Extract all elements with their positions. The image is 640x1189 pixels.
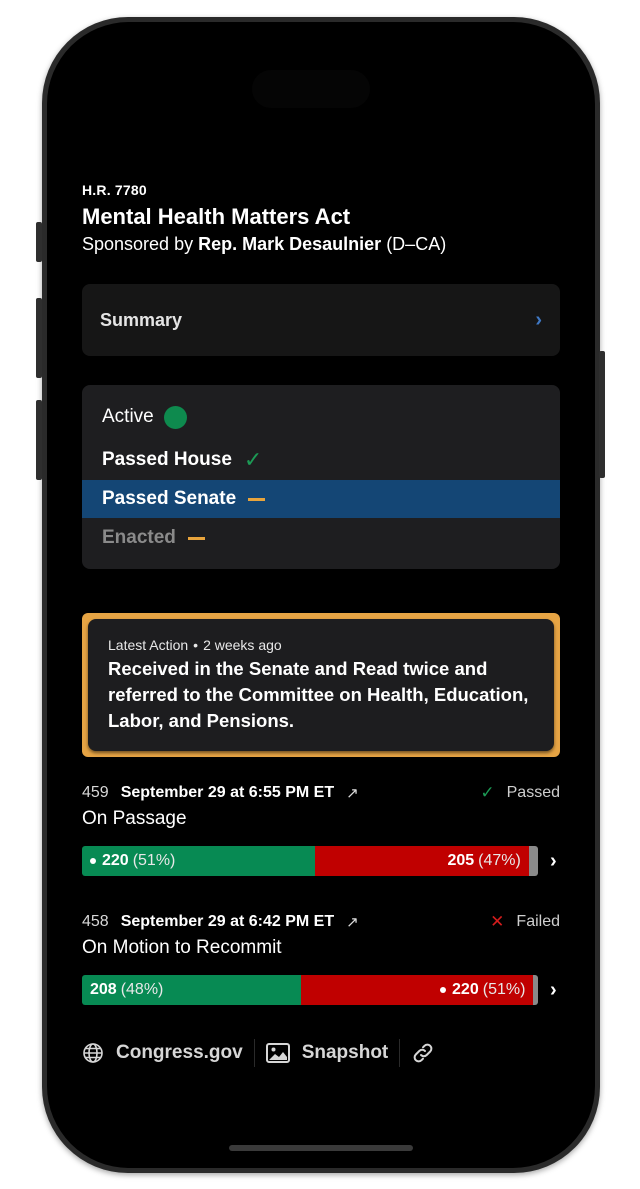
sponsor-prefix: Sponsored by: [82, 234, 194, 254]
vote-bar: 220 (51%) 205 (47%): [82, 846, 538, 876]
sponsor-party: (D–CA): [386, 234, 447, 254]
copy-link-button[interactable]: [411, 1041, 447, 1065]
status-enacted: Enacted: [82, 519, 560, 557]
volume-down-button: [36, 400, 42, 480]
globe-icon: [83, 1043, 103, 1063]
checkmark-icon: ✓: [480, 783, 495, 802]
vote-date[interactable]: September 29 at 6:55 PM ET: [121, 784, 334, 802]
status-label: Passed Senate: [102, 488, 237, 509]
other-segment: [528, 846, 538, 876]
status-passed-senate: Passed Senate: [82, 480, 560, 518]
dash-icon: [187, 536, 205, 540]
x-icon: ✕: [490, 912, 505, 931]
footer-actions: Congress.gov Snapshot: [82, 1038, 447, 1068]
phone-frame: H.R. 7780 Mental Health Matters Act Spon…: [42, 17, 600, 1173]
yea-count: 208: [90, 981, 117, 998]
roll-number: 458: [82, 913, 109, 930]
status-label: Enacted: [102, 527, 176, 548]
bill-title: Mental Health Matters Act: [82, 204, 351, 229]
photo-icon: [265, 1043, 290, 1063]
winner-bullet-icon: [90, 858, 96, 864]
screen: H.R. 7780 Mental Health Matters Act Spon…: [47, 22, 595, 1168]
chevron-right-icon: ›: [535, 308, 542, 331]
divider: [399, 1039, 401, 1067]
vote-bar-row[interactable]: 220 (51%) 205 (47%) ›: [82, 846, 560, 876]
congress-gov-label: Congress.gov: [116, 1042, 243, 1063]
bill-number: H.R. 7780: [82, 182, 147, 198]
sponsor-name[interactable]: Rep. Mark Desaulnier: [198, 234, 381, 254]
vote-item: 459 September 29 at 6:55 PM ET ↗ ✓ Passe…: [82, 782, 560, 876]
vote-question: On Passage: [82, 808, 187, 829]
snapshot-label: Snapshot: [301, 1042, 389, 1063]
status-passed-house: Passed House ✓: [82, 441, 560, 479]
green-dot-icon: [163, 405, 187, 429]
status-label: Passed House: [102, 449, 232, 470]
vote-date[interactable]: September 29 at 6:42 PM ET: [121, 913, 334, 931]
vote-result: ✕ Failed: [490, 912, 560, 932]
dynamic-island: [252, 70, 370, 108]
status-tracker: Active Passed House ✓ Passed Senate Enac…: [82, 385, 560, 569]
summary-button[interactable]: Summary ›: [82, 284, 560, 356]
chevron-right-icon[interactable]: ›: [550, 979, 557, 1002]
winner-bullet-icon: [440, 987, 447, 993]
latest-action-time: 2 weeks ago: [203, 637, 282, 653]
nay-percent: (51%): [482, 981, 526, 998]
vote-question: On Motion to Recommit: [82, 937, 282, 958]
vote-header: 458 September 29 at 6:42 PM ET ↗ ✕ Faile…: [82, 911, 560, 933]
action-button: [36, 222, 42, 262]
vote-result-label: Failed: [516, 913, 560, 930]
yea-percent: (51%): [132, 852, 176, 869]
latest-action-text: Received in the Senate and Read twice an…: [108, 658, 529, 731]
status-label: Active: [102, 406, 154, 427]
status-active: Active: [82, 398, 560, 436]
latest-action-card[interactable]: Latest Action • 2 weeks ago Received in th…: [82, 613, 560, 757]
vote-result-label: Passed: [506, 784, 560, 801]
vote-result: ✓ Passed: [480, 783, 560, 803]
latest-action-label: Latest Action: [108, 637, 189, 653]
snapshot-button[interactable]: Snapshot: [265, 1042, 389, 1064]
yea-segment: 220 (51%): [82, 846, 315, 876]
link-icon: [413, 1043, 433, 1063]
nay-segment: 220 (51%): [300, 975, 534, 1005]
power-button: [599, 351, 605, 478]
roll-number: 459: [82, 784, 109, 801]
congress-gov-link[interactable]: Congress.gov: [82, 1042, 243, 1064]
vote-header: 459 September 29 at 6:55 PM ET ↗ ✓ Passe…: [82, 782, 560, 804]
latest-action-inner: Latest Action • 2 weeks ago Received in th…: [88, 619, 554, 751]
vote-bar-row[interactable]: 208 (48%) 220 (51%) ›: [82, 975, 560, 1005]
divider: [253, 1039, 255, 1067]
other-segment: [533, 975, 538, 1005]
volume-up-button: [36, 298, 42, 378]
sponsor-line: Sponsored by Rep. Mark Desaulnier (D–CA): [82, 234, 446, 255]
yea-percent: (48%): [120, 981, 164, 998]
external-link-arrow-icon[interactable]: ↗: [346, 784, 359, 802]
dash-icon: [248, 497, 266, 501]
latest-action-meta: Latest Action • 2 weeks ago: [108, 637, 534, 653]
chevron-right-icon[interactable]: ›: [550, 850, 557, 873]
nay-segment: 205 (47%): [314, 846, 529, 876]
summary-label: Summary: [100, 309, 183, 330]
yea-count: 220: [102, 852, 129, 869]
nay-percent: (47%): [478, 852, 521, 869]
yea-segment: 208 (48%): [82, 975, 301, 1005]
checkmark-icon: ✓: [243, 447, 263, 472]
home-indicator[interactable]: [229, 1145, 413, 1151]
nay-count: 220: [452, 981, 479, 998]
separator: •: [193, 637, 199, 653]
vote-item: 458 September 29 at 6:42 PM ET ↗ ✕ Faile…: [82, 911, 560, 1005]
nay-count: 205: [447, 852, 475, 869]
external-link-arrow-icon[interactable]: ↗: [346, 913, 359, 931]
vote-bar: 208 (48%) 220 (51%): [82, 975, 538, 1005]
